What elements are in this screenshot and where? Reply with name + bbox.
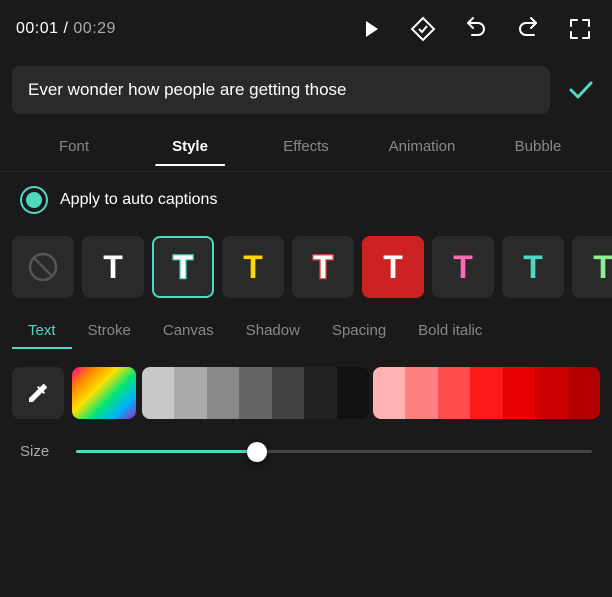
- sub-tab-shadow[interactable]: Shadow: [230, 314, 316, 349]
- time-display: 00:01 / 00:29: [16, 20, 116, 38]
- style-presets: T T T T T T T T: [0, 228, 612, 306]
- tab-animation[interactable]: Animation: [364, 128, 480, 165]
- no-style-icon: [27, 251, 59, 283]
- preset-pink[interactable]: T: [432, 236, 494, 298]
- preset-bg-red[interactable]: T: [362, 236, 424, 298]
- color-swatch-red-1[interactable]: [373, 367, 405, 419]
- color-swatch-gray-3[interactable]: [207, 367, 239, 419]
- redo-button[interactable]: [512, 13, 544, 45]
- tab-bar: Font Style Effects Animation Bubble: [0, 122, 612, 172]
- sub-tab-text[interactable]: Text: [12, 314, 72, 349]
- undo-icon: [464, 17, 488, 41]
- color-swatch-red-2[interactable]: [405, 367, 437, 419]
- sub-tabs: Text Stroke Canvas Shadow Spacing Bold i…: [0, 306, 612, 357]
- color-palette-row: [0, 357, 612, 429]
- color-swatch-gray-6[interactable]: [304, 367, 336, 419]
- preset-bg-red-letter: T: [383, 249, 403, 286]
- eyedropper-button[interactable]: [12, 367, 64, 419]
- color-swatch-red-3[interactable]: [438, 367, 470, 419]
- size-row: Size: [0, 429, 612, 474]
- auto-captions-toggle[interactable]: [20, 186, 48, 214]
- top-bar: 00:01 / 00:29: [0, 0, 612, 58]
- auto-captions-row: Apply to auto captions: [0, 172, 612, 228]
- text-input[interactable]: [12, 66, 550, 114]
- size-slider-track[interactable]: [76, 450, 592, 453]
- size-slider-fill: [76, 450, 257, 453]
- preset-yellow-letter: T: [243, 249, 263, 286]
- preset-outline-red-letter: T: [313, 249, 333, 286]
- diamond-check-icon: [410, 16, 436, 42]
- time-separator: /: [59, 20, 74, 37]
- time-total: 00:29: [73, 20, 116, 37]
- preset-cyan[interactable]: T: [502, 236, 564, 298]
- sub-tab-stroke[interactable]: Stroke: [72, 314, 147, 349]
- tab-font[interactable]: Font: [16, 128, 132, 165]
- diamond-check-button[interactable]: [406, 12, 440, 46]
- color-swatch-gray-5[interactable]: [272, 367, 304, 419]
- size-label: Size: [20, 443, 60, 460]
- fullscreen-icon: [568, 17, 592, 41]
- tab-style[interactable]: Style: [132, 128, 248, 165]
- redo-icon: [516, 17, 540, 41]
- color-swatch-red-7[interactable]: [568, 367, 600, 419]
- red-swatches: [373, 367, 600, 419]
- preset-plain-letter: T: [103, 249, 123, 286]
- undo-button[interactable]: [460, 13, 492, 45]
- preset-yellow[interactable]: T: [222, 236, 284, 298]
- sub-tab-canvas[interactable]: Canvas: [147, 314, 230, 349]
- color-swatch-red-5[interactable]: [503, 367, 535, 419]
- sub-tab-spacing[interactable]: Spacing: [316, 314, 402, 349]
- preset-stroke[interactable]: T: [152, 236, 214, 298]
- auto-captions-label: Apply to auto captions: [60, 191, 217, 209]
- color-swatch-black[interactable]: [337, 367, 369, 419]
- preset-pink-letter: T: [453, 249, 473, 286]
- tab-effects[interactable]: Effects: [248, 128, 364, 165]
- eyedropper-icon: [26, 381, 50, 405]
- fullscreen-button[interactable]: [564, 13, 596, 45]
- tab-bubble[interactable]: Bubble: [480, 128, 596, 165]
- preset-cyan-letter: T: [523, 249, 543, 286]
- confirm-button[interactable]: [562, 71, 600, 109]
- sub-tab-bold-italic[interactable]: Bold italic: [402, 314, 498, 349]
- rainbow-color-swatch[interactable]: [72, 367, 136, 419]
- time-current: 00:01: [16, 20, 59, 37]
- color-swatch-gray-1[interactable]: [142, 367, 174, 419]
- color-swatch-red-4[interactable]: [470, 367, 502, 419]
- color-swatch-gray-4[interactable]: [239, 367, 271, 419]
- color-swatch-red-6[interactable]: [535, 367, 567, 419]
- toggle-inner: [26, 192, 42, 208]
- preset-green-outline[interactable]: T: [572, 236, 612, 298]
- top-controls: [356, 12, 596, 46]
- check-icon: [566, 75, 596, 105]
- preset-stroke-letter: T: [173, 249, 193, 286]
- preset-plain[interactable]: T: [82, 236, 144, 298]
- preset-outline-red[interactable]: T: [292, 236, 354, 298]
- color-swatch-gray-2[interactable]: [174, 367, 206, 419]
- preset-none[interactable]: [12, 236, 74, 298]
- size-slider-thumb[interactable]: [247, 442, 267, 462]
- play-button[interactable]: [356, 14, 386, 44]
- gray-swatches: [142, 367, 369, 419]
- play-icon: [360, 18, 382, 40]
- text-input-row: [0, 58, 612, 122]
- preset-green-outline-letter: T: [593, 249, 612, 286]
